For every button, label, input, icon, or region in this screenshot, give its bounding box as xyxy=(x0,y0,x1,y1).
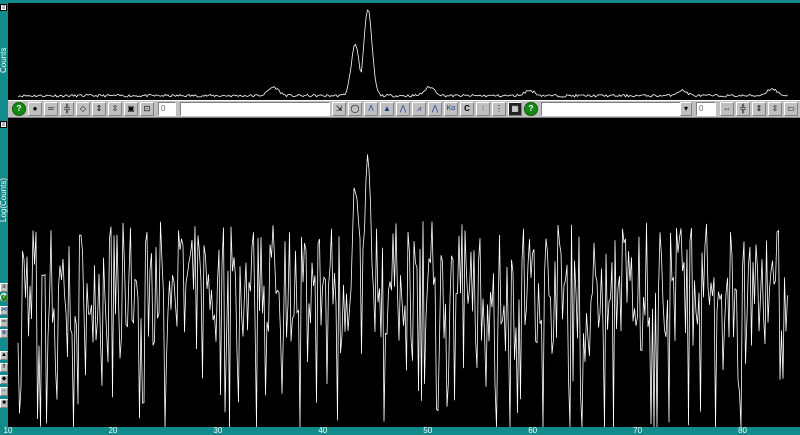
title-strip xyxy=(0,0,800,3)
left-text-field[interactable] xyxy=(180,102,330,116)
help-icon-2[interactable]: ? xyxy=(524,102,538,116)
record-icon[interactable]: ● xyxy=(28,102,42,116)
top-panel-menu-icon[interactable]: ≡ xyxy=(0,4,7,11)
fill-peak-icon[interactable]: ▲ xyxy=(380,102,394,116)
side-fit-icon[interactable]: ═ xyxy=(0,318,8,327)
side-expand-icon[interactable]: ◆ xyxy=(0,375,8,384)
toolbar: ? ● ═ ╬ ◇ ⇕ ⇳ ▣ ⊡ 0 ⇲ ◯ Ʌ ▲ ⋀ ⩘ ⋀ Kα C Ⅰ… xyxy=(8,100,800,118)
side-up-icon[interactable]: ▲ xyxy=(0,351,8,360)
minus-icon[interactable]: ═ xyxy=(44,102,58,116)
left-value-field[interactable]: 0 xyxy=(158,102,176,116)
x-axis-bar: 10 20 30 40 50 60 70 80 xyxy=(0,426,800,435)
restore-icon[interactable]: ⊡ xyxy=(140,102,154,116)
zoom-in-icon[interactable]: ╬ xyxy=(736,102,750,116)
window-icon[interactable]: ▭ xyxy=(784,102,798,116)
right-value-field[interactable]: 0 xyxy=(696,102,716,116)
zoom-reset-icon[interactable]: ⇳ xyxy=(768,102,782,116)
x-tick-label: 30 xyxy=(213,426,223,435)
side-help-icon[interactable]: ? xyxy=(0,293,8,302)
x-tick-label: 80 xyxy=(738,426,747,435)
x-tick-label: 20 xyxy=(108,426,118,435)
dropdown-icon[interactable]: ▾ xyxy=(680,102,692,116)
overview-plot[interactable] xyxy=(8,4,800,100)
x-tick-label: 70 xyxy=(633,426,643,435)
profile-fit-icon[interactable]: ⋀ xyxy=(396,102,410,116)
expand-y-icon[interactable]: ⇳ xyxy=(108,102,122,116)
side-toolbar: ≡ ? ⋈ ═ ⊗ ▲ ⇑ ◆ ⇔ ■ xyxy=(0,283,8,423)
xrd-window: Counts Log(Counts) ≡ ≡ ? ● ═ ╬ ◇ ⇕ ⇳ ▣ ⊡… xyxy=(0,0,800,435)
x-tick-label: 60 xyxy=(528,426,538,435)
side-square-icon[interactable]: ■ xyxy=(0,399,8,408)
zoom-out-icon[interactable]: ⇕ xyxy=(752,102,766,116)
calibrate-icon[interactable]: C xyxy=(460,102,474,116)
fit-icon[interactable]: ▣ xyxy=(124,102,138,116)
linear-counts-trace xyxy=(17,9,788,98)
grid-icon[interactable]: ▦ xyxy=(508,102,522,116)
side-menu-icon[interactable]: ≡ xyxy=(0,283,8,292)
pattern-icon[interactable]: ⋮ xyxy=(492,102,506,116)
help-icon[interactable]: ? xyxy=(12,102,26,116)
peak-table-icon[interactable]: ⩘ xyxy=(412,102,426,116)
log-counts-trace xyxy=(17,154,788,427)
side-up2-icon[interactable]: ⇑ xyxy=(0,363,8,372)
side-peak-icon[interactable]: ⋈ xyxy=(0,306,8,315)
expand-icon[interactable]: ◇ xyxy=(76,102,90,116)
side-pattern-icon[interactable]: ⊗ xyxy=(0,329,8,338)
x-tick-label: 50 xyxy=(423,426,433,435)
right-text-field[interactable] xyxy=(541,102,691,116)
cursor-icon[interactable]: Ⅰ xyxy=(476,102,490,116)
scroll-left-icon[interactable]: ⇔ xyxy=(720,102,734,116)
peak-icon[interactable]: Ʌ xyxy=(364,102,378,116)
main-log-plot[interactable] xyxy=(8,119,800,427)
zoom-x-icon[interactable]: ╬ xyxy=(60,102,74,116)
peak-label-icon[interactable]: ⋀ xyxy=(428,102,442,116)
side-range-icon[interactable]: ⇔ xyxy=(0,387,8,396)
main-panel-menu-icon[interactable]: ≡ xyxy=(0,121,7,128)
k-alpha-icon[interactable]: Kα xyxy=(444,102,458,116)
compress-y-icon[interactable]: ⇕ xyxy=(92,102,106,116)
x-tick-label: 40 xyxy=(318,426,328,435)
x-tick-label: 10 xyxy=(3,426,13,435)
peak-search-icon[interactable]: ⇲ xyxy=(332,102,346,116)
magnify-icon[interactable]: ◯ xyxy=(348,102,362,116)
